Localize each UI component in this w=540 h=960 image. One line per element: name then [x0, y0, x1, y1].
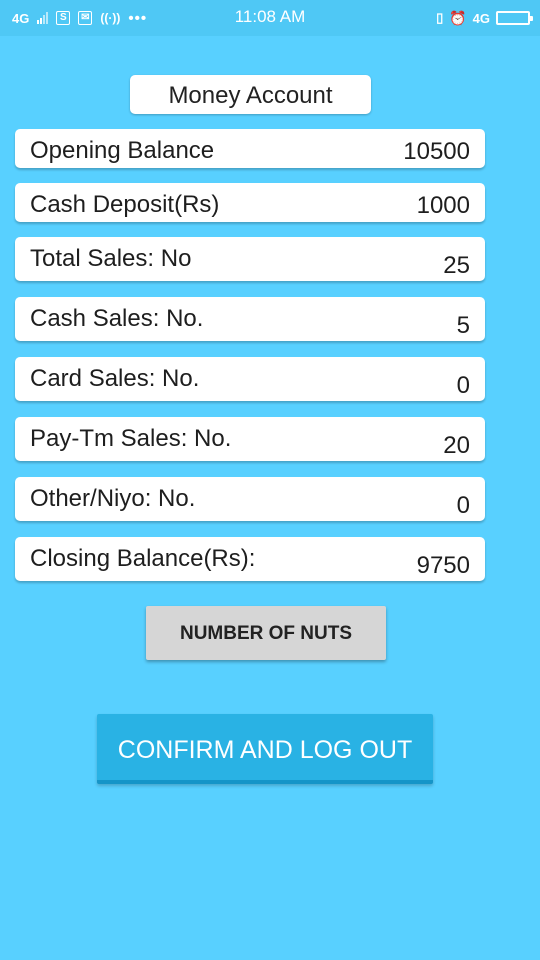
- row-value: 0: [456, 492, 470, 519]
- closing-balance-row: Closing Balance(Rs): 9750: [15, 537, 485, 581]
- row-label: Opening Balance: [30, 137, 215, 164]
- paytm-sales-row: Pay-Tm Sales: No. 20: [15, 417, 485, 461]
- row-value: 20: [443, 432, 470, 459]
- row-label: Other/Niyo: No.: [30, 485, 196, 512]
- opening-balance-row: Opening Balance 10500: [15, 129, 485, 168]
- row-value: 9750: [416, 552, 470, 579]
- row-value: 0: [456, 372, 470, 399]
- card-sales-row: Card Sales: No. 0: [15, 357, 485, 401]
- row-label: Cash Sales: No.: [30, 305, 204, 332]
- row-label: Total Sales: No: [30, 245, 192, 272]
- total-sales-row: Total Sales: No 25: [15, 237, 485, 281]
- status-right-icons: ▯ ⏰ 4G: [436, 8, 533, 28]
- vibrate-icon: ▯: [436, 10, 444, 25]
- status-bar: 4G S ✉ ((·)) ••• 11:08 AM ▯ ⏰ 4G: [0, 0, 540, 36]
- cash-deposit-row: Cash Deposit(Rs) 1000: [15, 183, 485, 222]
- alarm-icon: ⏰: [449, 9, 467, 26]
- confirm-and-log-out-button[interactable]: CONFIRM AND LOG OUT: [97, 714, 433, 784]
- network-type-right-label: 4G: [472, 10, 490, 26]
- row-value: 5: [456, 312, 470, 339]
- row-label: Closing Balance(Rs):: [30, 545, 256, 572]
- row-label: Pay-Tm Sales: No.: [30, 425, 232, 452]
- battery-icon: [496, 11, 533, 25]
- cash-sales-row: Cash Sales: No. 5: [15, 297, 485, 341]
- number-of-nuts-button[interactable]: NUMBER OF NUTS: [146, 606, 386, 660]
- row-value: 25: [443, 252, 470, 279]
- row-value: 10500: [403, 138, 470, 165]
- row-label: Cash Deposit(Rs): [30, 191, 220, 218]
- other-niyo-row: Other/Niyo: No. 0: [15, 477, 485, 521]
- row-label: Card Sales: No.: [30, 365, 200, 392]
- row-value: 1000: [416, 192, 470, 219]
- page-title: Money Account: [130, 75, 371, 114]
